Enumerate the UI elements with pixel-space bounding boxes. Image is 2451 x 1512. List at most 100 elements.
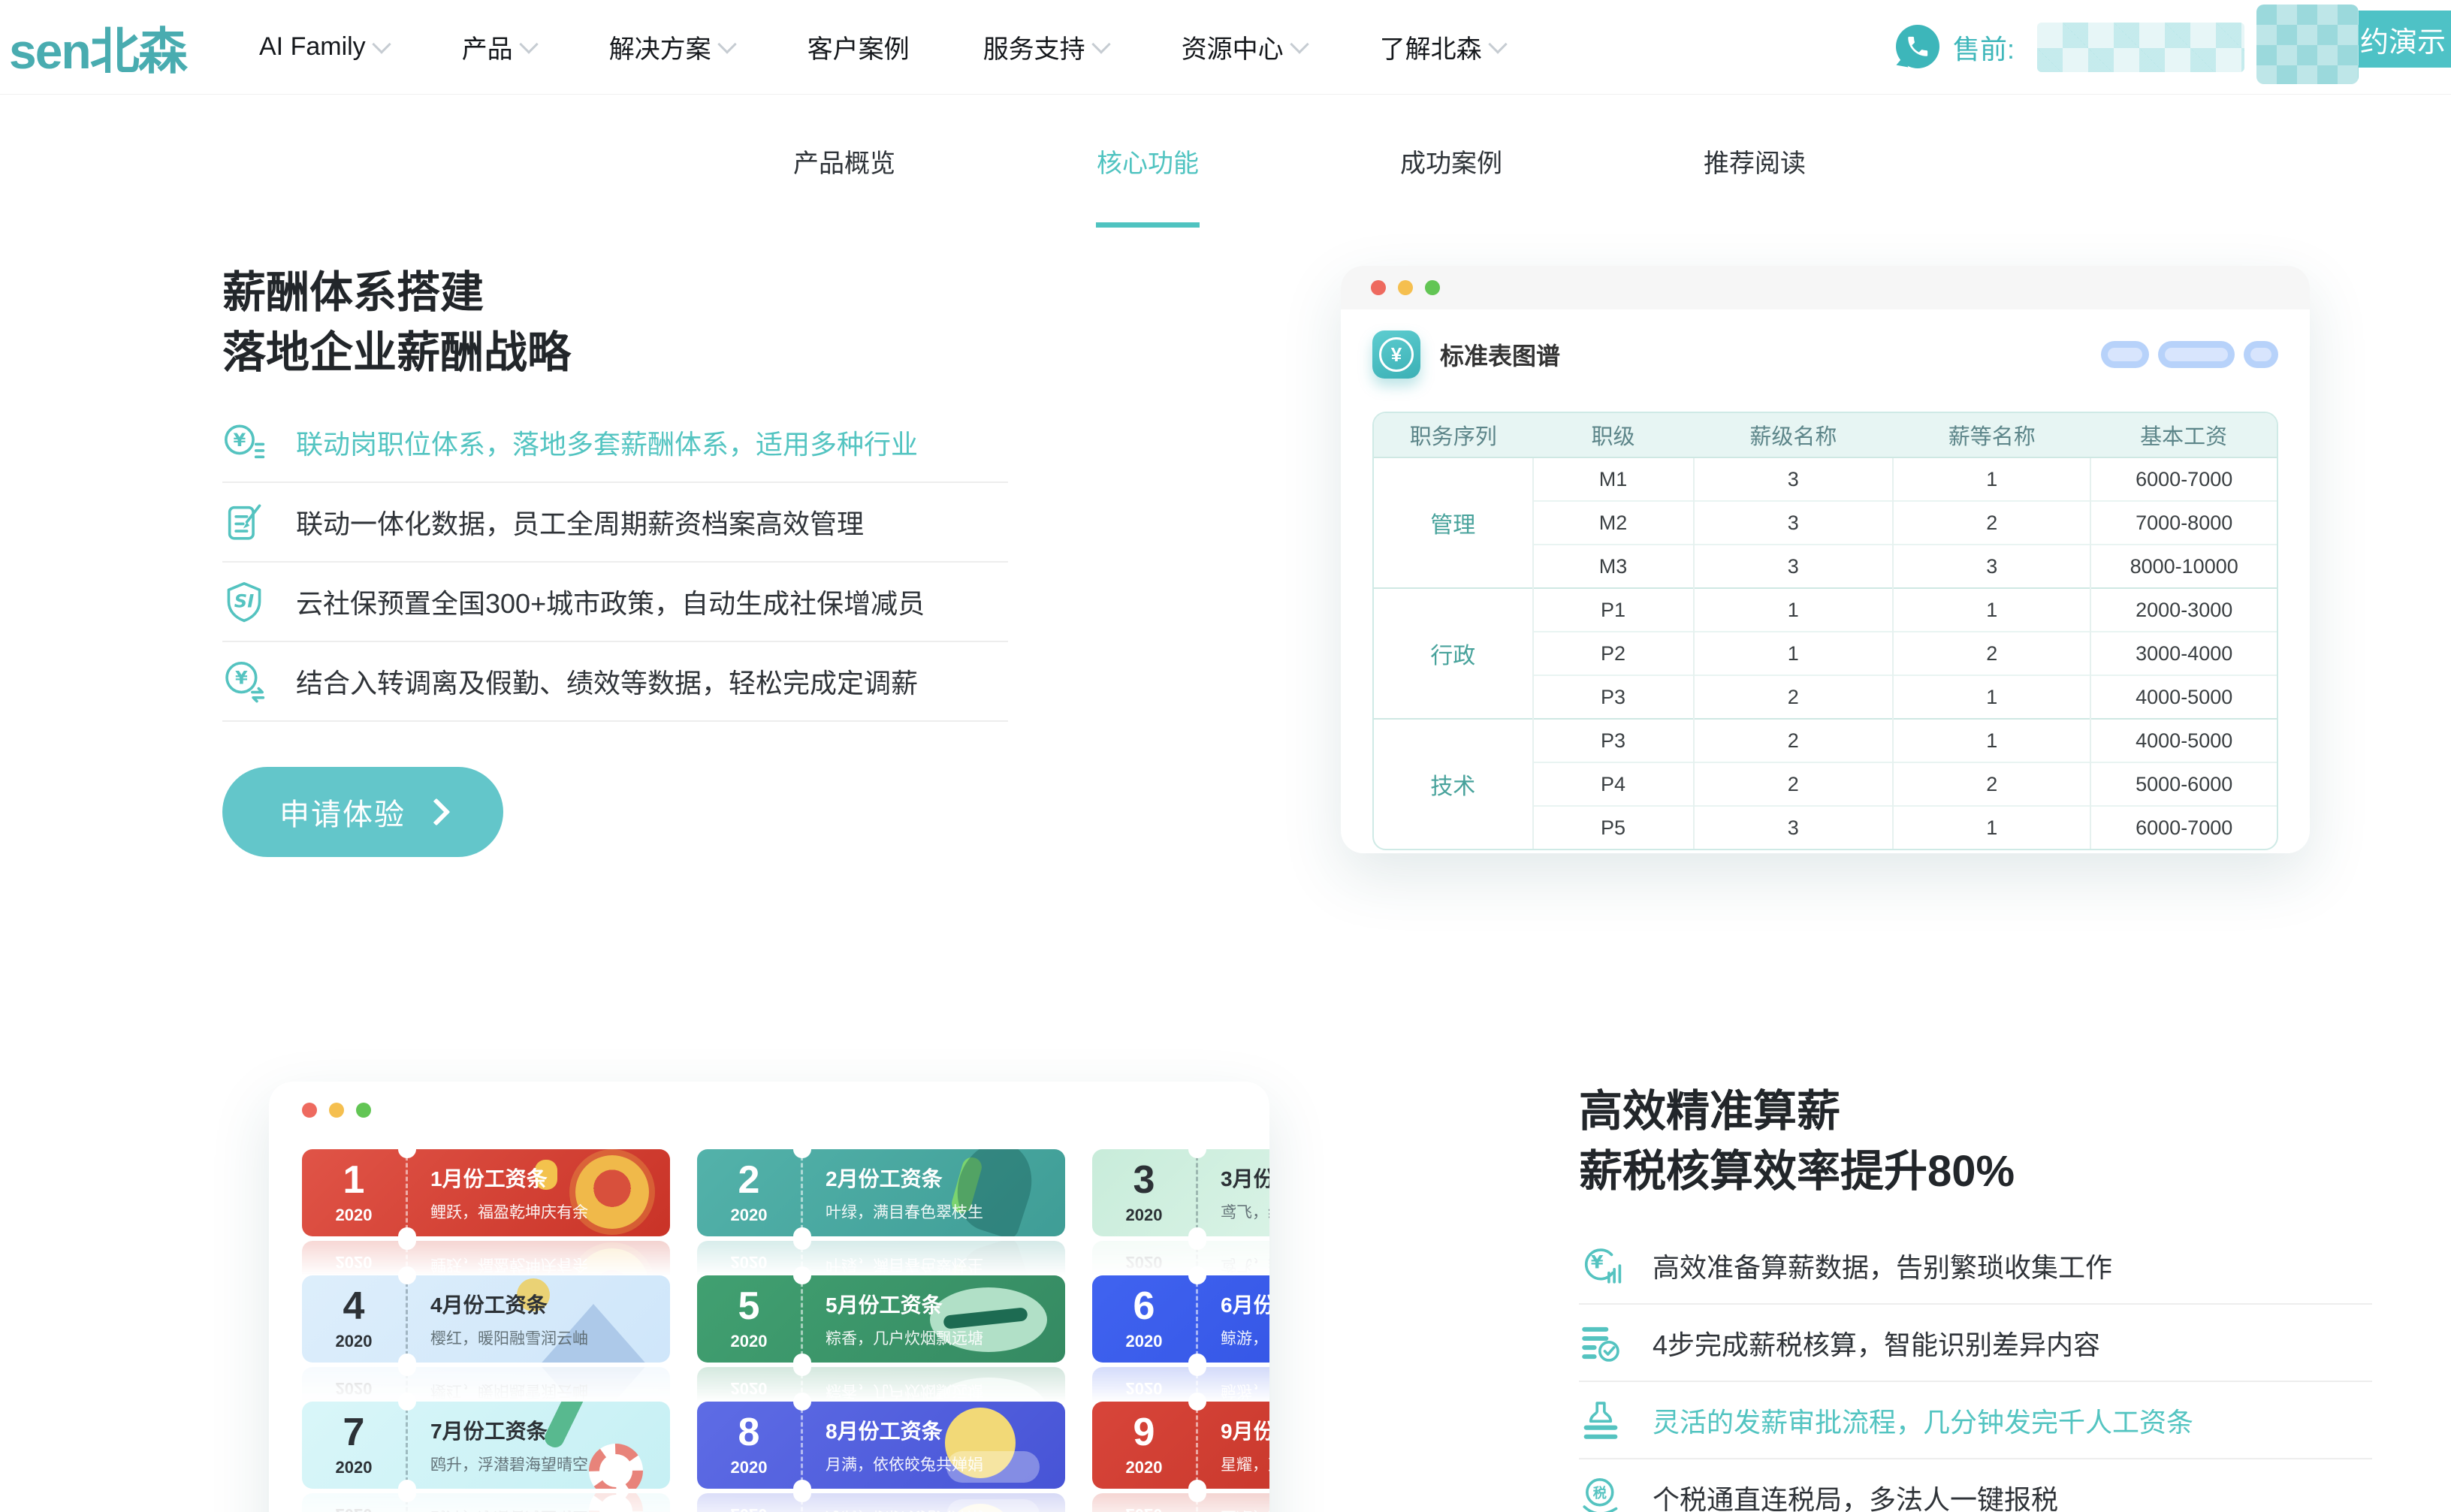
yen-app-icon: ¥ [1372, 330, 1420, 379]
feature-bullet: 4步完成薪税核算，智能识别差异内容 [1579, 1305, 2372, 1382]
payslip-title: 6月份工资条 [1221, 1289, 1269, 1319]
table-cell: 2 [1893, 762, 2090, 806]
table-cell: 3 [1694, 545, 1894, 588]
nav-item-about-beisen[interactable]: 了解北森 [1380, 29, 1505, 65]
year-label: 2020 [1092, 1332, 1196, 1351]
yen-badge-icon: ¥ [222, 421, 266, 464]
table-cell: 8000-10000 [2090, 545, 2277, 588]
table-cell: 1 [1694, 588, 1894, 632]
month-number: 8 [697, 1413, 801, 1452]
year-label: 2020 [302, 1332, 406, 1351]
table-cell: 2 [1694, 675, 1894, 719]
placeholder-button[interactable] [2158, 341, 2235, 368]
tab-product-overview[interactable]: 产品概览 [793, 95, 895, 228]
payslip-ticket-may[interactable]: 52020 5月份工资条粽香，几户炊烟飘远塘 [697, 1275, 1065, 1363]
beisen-logo[interactable]: sen北森 [9, 0, 186, 94]
nav-item-customer-cases[interactable]: 客户案例 [807, 29, 910, 65]
tab-success-cases[interactable]: 成功案例 [1400, 95, 1502, 228]
month-number: 5 [697, 1287, 801, 1326]
year-label: 2020 [1092, 1206, 1196, 1225]
table-row: 技术 P3 2 1 4000-5000 [1374, 719, 2277, 762]
feature-text: 联动岗职位体系，落地多套薪酬体系，适用多种行业 [296, 423, 918, 462]
salary-standard-card: ¥ 标准表图谱 职务序列 职级 薪级名称 薪等名称 基本工资 [1341, 266, 2310, 853]
compensation-system-section: 薪酬体系搭建 落地企业薪酬战略 ¥ 联动岗职位体系，落地多套薪酬体系，适用多种行… [222, 263, 1049, 857]
nav-item-ai-family[interactable]: AI Family [259, 32, 388, 62]
job-series-cell: 技术 [1374, 719, 1533, 849]
stamp-icon [1579, 1399, 1622, 1442]
table-cell: 2000-3000 [2090, 588, 2277, 632]
payslip-title: 8月份工资条 [826, 1415, 1065, 1445]
section-title-line1: 高效精准算薪 [1579, 1082, 2372, 1142]
payslip-ticket-july[interactable]: 72020 7月份工资条鸥升，浮潜碧海望晴空 [302, 1402, 670, 1489]
table-cell: M1 [1533, 457, 1694, 501]
card-header: ¥ 标准表图谱 [1341, 309, 2310, 379]
year-label: 2020 [697, 1206, 801, 1225]
table-cell: P3 [1533, 719, 1694, 762]
table-cell: 4000-5000 [2090, 675, 2277, 719]
feature-text: 高效准备算薪数据，告别繁琐收集工作 [1653, 1246, 2112, 1285]
payslip-calendar-card: 12020 1月份工资条鲤跃，福盈乾坤庆有余 22020 2月份工资条叶绿，满目… [269, 1082, 1269, 1512]
document-edit-icon [222, 500, 266, 544]
month-number: 1 [302, 1160, 406, 1200]
table-cell: P4 [1533, 762, 1694, 806]
blur-patch [2256, 5, 2359, 84]
payslip-ticket-august[interactable]: 82020 8月份工资条月满，依依皎兔共婵娟 [697, 1402, 1065, 1489]
month-number: 4 [302, 1287, 406, 1326]
window-titlebar [302, 1103, 1269, 1118]
section-title-line2: 薪税核算效率提升80% [1579, 1142, 2372, 1202]
payslip-title: 4月份工资条 [430, 1289, 670, 1319]
chevron-down-icon [1488, 35, 1507, 53]
nav-label: 解决方案 [609, 29, 711, 65]
table-cell: 6000-7000 [2090, 806, 2277, 849]
placeholder-button[interactable] [2101, 341, 2149, 368]
tab-core-features[interactable]: 核心功能 [1097, 95, 1199, 228]
card-title: 标准表图谱 [1440, 337, 1560, 372]
table-cell: 1 [1893, 719, 2090, 762]
payslip-ticket-march[interactable]: 32020 3月份工资条鸢飞，缤纷花叶 [1092, 1149, 1269, 1236]
section-title-line2: 落地企业薪酬战略 [222, 323, 1049, 383]
nav-item-resources[interactable]: 资源中心 [1182, 29, 1306, 65]
yen-chart-icon: ¥ [1579, 1244, 1622, 1287]
column-header: 薪级名称 [1694, 413, 1894, 457]
payslip-ticket-september[interactable]: 92020 9月份工资条星耀，万家热 [1092, 1402, 1269, 1489]
window-minimize-dot [329, 1103, 344, 1118]
payslip-subtitle: 鸢飞，缤纷花叶 [1221, 1200, 1269, 1223]
chevron-down-icon [1091, 35, 1110, 53]
tab-recommended-reading[interactable]: 推荐阅读 [1704, 95, 1806, 228]
payroll-calculation-section: 高效精准算薪 薪税核算效率提升80% ¥ 高效准备算薪数据，告别繁琐收集工作 4… [1579, 1082, 2372, 1512]
nav-item-solutions[interactable]: 解决方案 [609, 29, 734, 65]
month-number: 7 [302, 1413, 406, 1452]
nav-item-products[interactable]: 产品 [462, 29, 536, 65]
payslip-ticket-april[interactable]: 42020 4月份工资条樱红，暖阳融雪润云岫 [302, 1275, 670, 1363]
table-cell: 2 [1893, 632, 2090, 675]
svg-text:¥: ¥ [235, 668, 248, 689]
payslip-ticket-february[interactable]: 22020 2月份工资条叶绿，满目春色翠枝生 [697, 1149, 1065, 1236]
table-cell: 6000-7000 [2090, 457, 2277, 501]
feature-text: 4步完成薪税核算，智能识别差异内容 [1653, 1323, 2100, 1363]
payslip-ticket-january[interactable]: 12020 1月份工资条鲤跃，福盈乾坤庆有余 [302, 1149, 670, 1236]
window-maximize-dot [356, 1103, 371, 1118]
month-number: 2 [697, 1160, 801, 1200]
table-cell: 1 [1893, 806, 2090, 849]
table-row: 管理 M1 3 1 6000-7000 [1374, 457, 2277, 501]
apply-trial-button[interactable]: 申请体验 [222, 767, 503, 857]
payslip-subtitle: 粽香，几户炊烟飘远塘 [826, 1326, 1065, 1349]
table-header-row: 职务序列 职级 薪级名称 薪等名称 基本工资 [1374, 413, 2277, 457]
window-close-dot [302, 1103, 317, 1118]
feature-bullet-list: ¥ 联动岗职位体系，落地多套薪酬体系，适用多种行业 联动一体化数据，员工全周期薪… [222, 403, 1008, 722]
placeholder-button[interactable] [2244, 341, 2278, 368]
month-number: 6 [1092, 1287, 1196, 1326]
table-cell: 4000-5000 [2090, 719, 2277, 762]
table-cell: 1 [1694, 632, 1894, 675]
table-cell: 2 [1694, 762, 1894, 806]
payslip-title: 7月份工资条 [430, 1415, 670, 1445]
feature-bullet: SI 云社保预置全国300+城市政策，自动生成社保增减员 [222, 563, 1008, 642]
payslip-title: 9月份工资条 [1221, 1415, 1269, 1445]
nav-item-support[interactable]: 服务支持 [983, 29, 1108, 65]
feature-text: 联动一体化数据，员工全周期薪资档案高效管理 [296, 502, 864, 542]
salary-table-wrapper: 职务序列 职级 薪级名称 薪等名称 基本工资 管理 M1 3 1 6000-70… [1372, 412, 2278, 850]
svg-text:SI: SI [234, 590, 254, 611]
payslip-title: 2月份工资条 [826, 1163, 1065, 1193]
payslip-ticket-june[interactable]: 62020 6月份工资条鲸游， [1092, 1275, 1269, 1363]
table-cell: P5 [1533, 806, 1694, 849]
